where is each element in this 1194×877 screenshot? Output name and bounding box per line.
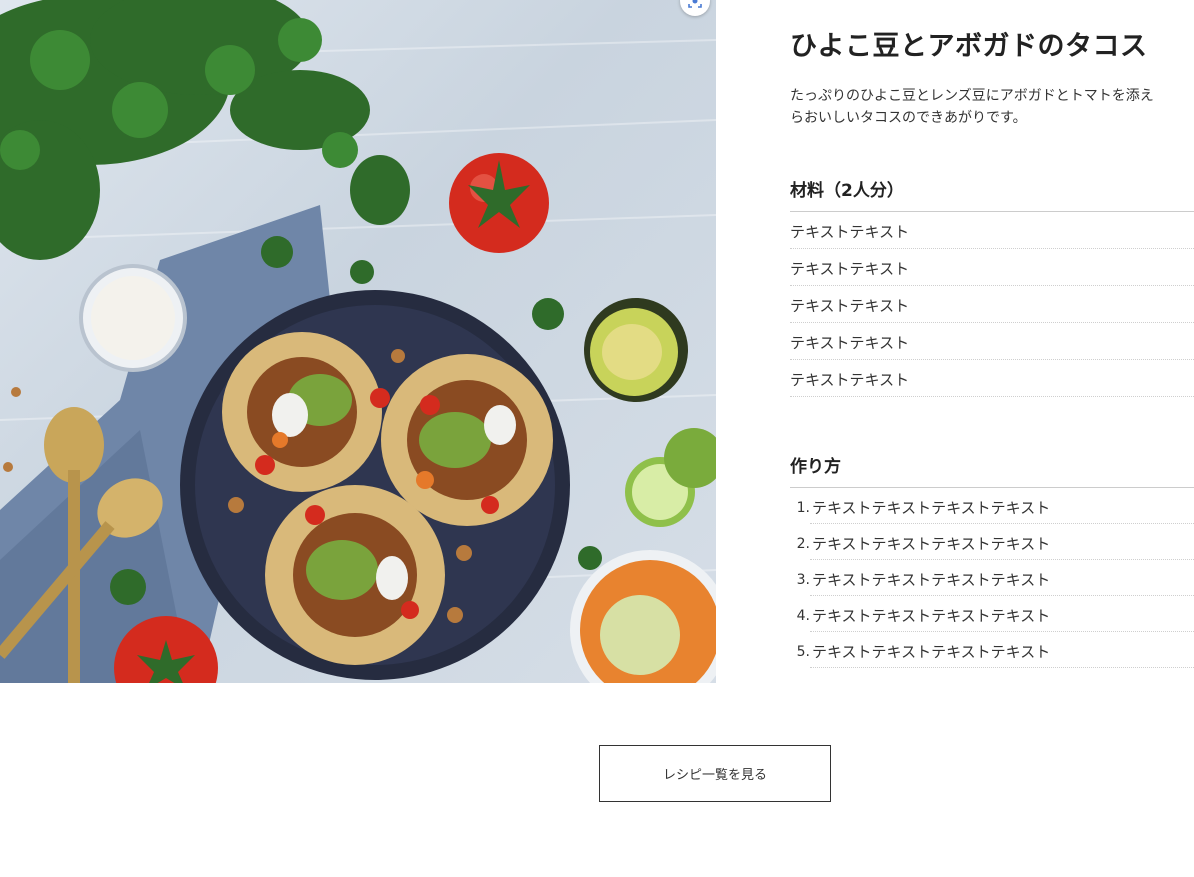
step-item: 4. テキストテキストテキストテキスト	[790, 596, 1194, 632]
ingredient-item: テキストテキスト	[790, 323, 1194, 360]
ingredient-item: テキストテキスト	[790, 212, 1194, 249]
step-number: 5.	[796, 644, 810, 660]
steps-heading: 作り方	[790, 452, 1194, 488]
ingredients-section: 材料（2人分） テキストテキスト テキストテキスト テキストテキスト テキストテ…	[790, 176, 1194, 397]
step-text: テキストテキストテキストテキスト	[810, 524, 1194, 560]
recipe-details: ひよこ豆とアボガドのタコス たっぷりのひよこ豆とレンズ豆にアボガドとトマトを添え…	[790, 24, 1194, 668]
ingredient-item: テキストテキスト	[790, 249, 1194, 286]
ingredient-item: テキストテキスト	[790, 286, 1194, 323]
step-number: 3.	[796, 572, 810, 588]
step-text: テキストテキストテキストテキスト	[810, 560, 1194, 596]
recipe-page: ひよこ豆とアボガドのタコス たっぷりのひよこ豆とレンズ豆にアボガドとトマトを添え…	[0, 0, 1194, 877]
recipe-description: たっぷりのひよこ豆とレンズ豆にアボガドとトマトを添え らおいしいタコスのできあが…	[790, 88, 1154, 126]
lens-icon	[688, 0, 702, 8]
step-number: 4.	[796, 608, 810, 624]
step-number: 1.	[796, 500, 810, 516]
step-item: 3. テキストテキストテキストテキスト	[790, 560, 1194, 596]
steps-section: 作り方 1. テキストテキストテキストテキスト 2. テキストテキストテキストテ…	[790, 452, 1194, 668]
tacos-illustration	[0, 0, 716, 683]
recipe-photo	[0, 0, 716, 683]
ingredient-list: テキストテキスト テキストテキスト テキストテキスト テキストテキスト テキスト…	[790, 212, 1194, 397]
ingredients-heading: 材料（2人分）	[790, 176, 1194, 212]
step-list: 1. テキストテキストテキストテキスト 2. テキストテキストテキストテキスト …	[790, 488, 1194, 668]
step-text: テキストテキストテキストテキスト	[810, 632, 1194, 668]
step-number: 2.	[796, 536, 810, 552]
step-item: 1. テキストテキストテキストテキスト	[790, 488, 1194, 524]
recipe-list-button[interactable]: レシピ一覧を見る	[599, 745, 831, 802]
recipe-title: ひよこ豆とアボガドのタコス	[790, 31, 1148, 62]
ingredient-item: テキストテキスト	[790, 360, 1194, 397]
step-text: テキストテキストテキストテキスト	[810, 596, 1194, 632]
step-item: 2. テキストテキストテキストテキスト	[790, 524, 1194, 560]
step-item: 5. テキストテキストテキストテキスト	[790, 632, 1194, 668]
step-text: テキストテキストテキストテキスト	[810, 488, 1194, 524]
